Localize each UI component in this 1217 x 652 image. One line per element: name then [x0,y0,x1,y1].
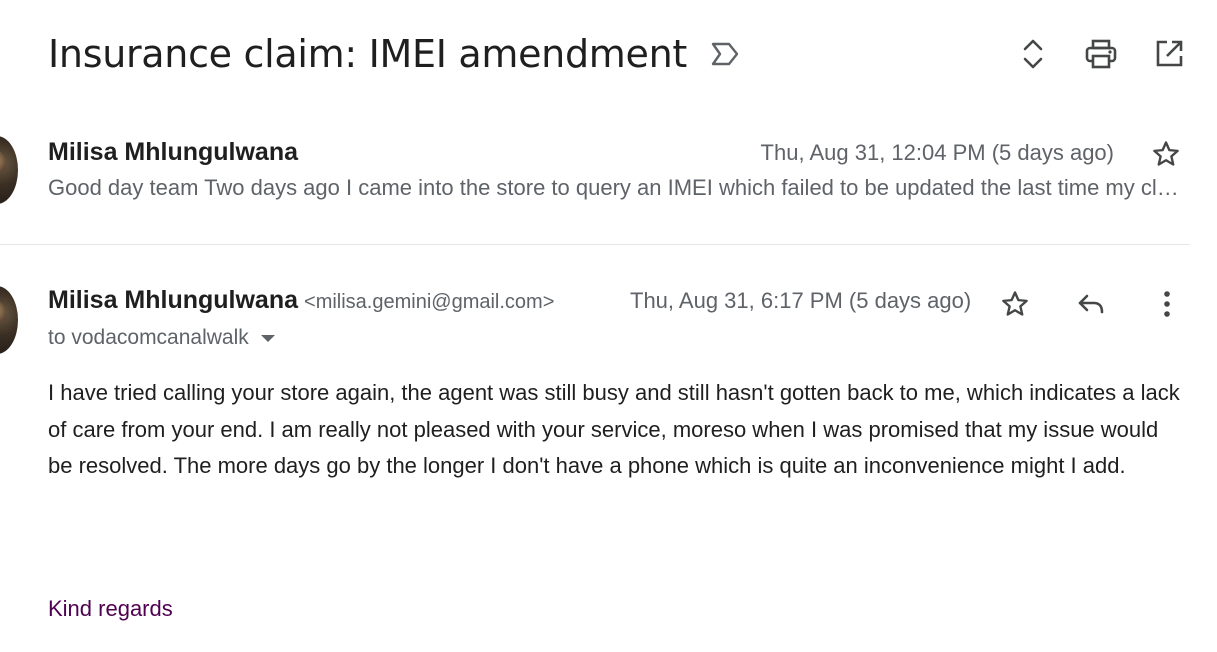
expand-all-icon[interactable] [1013,34,1053,74]
star-outline-icon[interactable] [1148,136,1184,172]
sender-avatar [0,286,18,354]
subject-row: Insurance claim: IMEI amendment [48,28,1189,80]
open-in-new-window-icon[interactable] [1149,34,1189,74]
sender-name: Milisa Mhlungulwana [48,138,299,166]
expanded-message: Milisa Mhlungulwana <milisa.gemini@gmail… [0,270,1217,652]
recipients-label: to vodacomcanalwalk [48,326,249,349]
sender-avatar [0,136,18,204]
thread-actions [1013,34,1189,74]
collapsed-message[interactable]: Milisa Mhlungulwana Thu, Aug 31, 12:04 P… [0,120,1190,245]
message-body: I have tried calling your store again, t… [48,380,1180,478]
sender-email: <milisa.gemini@gmail.com> [304,291,555,313]
sender-name: Milisa Mhlungulwana [48,286,299,314]
print-icon[interactable] [1081,34,1121,74]
message-date: Thu, Aug 31, 6:17 PM (5 days ago) [630,288,972,313]
star-outline-icon[interactable] [993,282,1037,326]
thread-subject: Insurance claim: IMEI amendment [48,32,687,76]
recipients-dropdown[interactable]: to vodacomcanalwalk [48,326,275,350]
chevron-down-icon [260,334,275,342]
sender-line: Milisa Mhlungulwana <milisa.gemini@gmail… [48,286,554,315]
more-vert-icon[interactable] [1145,282,1189,326]
email-thread-view: Insurance claim: IMEI amendment Milisa M… [0,0,1217,652]
message-actions [993,282,1189,326]
message-signoff: Kind regards [48,596,173,621]
message-date: Thu, Aug 31, 12:04 PM (5 days ago) [760,140,1114,165]
label-important-icon[interactable] [709,38,741,70]
message-snippet: Good day team Two days ago I came into t… [48,175,1184,200]
reply-icon[interactable] [1069,282,1113,326]
